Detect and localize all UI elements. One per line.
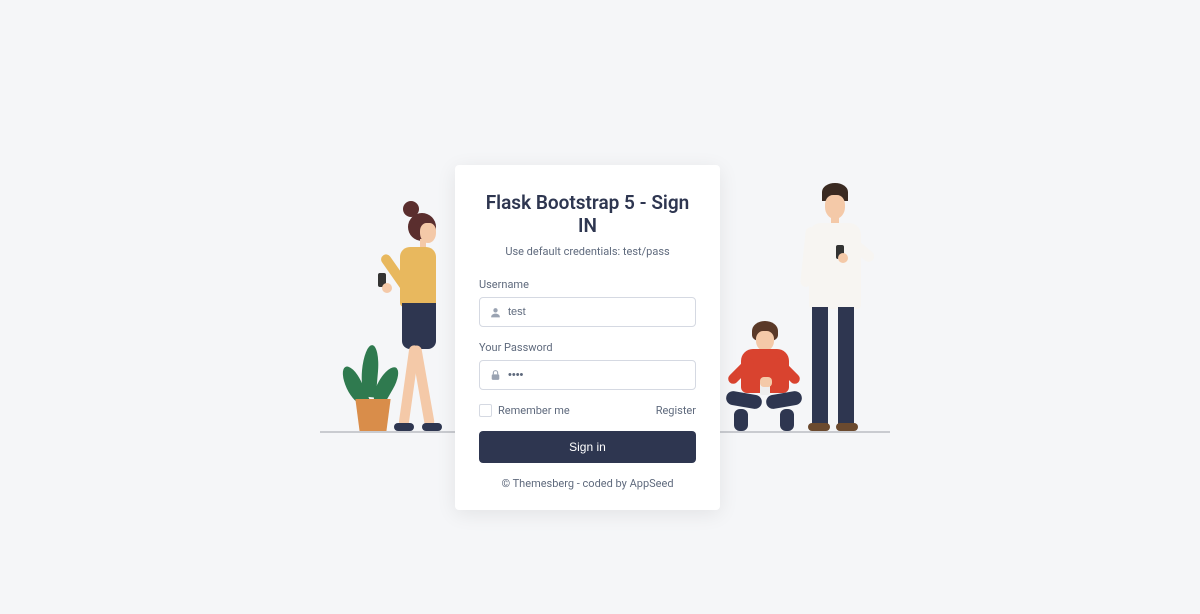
footer-sep: - coded by <box>574 477 630 490</box>
register-link[interactable]: Register <box>656 404 696 417</box>
user-icon <box>488 305 502 319</box>
username-label: Username <box>479 278 696 291</box>
password-wrap <box>479 360 696 390</box>
themesberg-link[interactable]: © Themesberg <box>501 477 574 490</box>
page-title: Flask Bootstrap 5 - Sign IN <box>479 191 696 237</box>
signin-card: Flask Bootstrap 5 - Sign IN Use default … <box>455 165 720 510</box>
plant-illustration <box>352 399 394 431</box>
footer: © Themesberg - coded by AppSeed <box>479 477 696 490</box>
page-subtitle: Use default credentials: test/pass <box>479 245 696 258</box>
password-label: Your Password <box>479 341 696 354</box>
lock-icon <box>488 368 502 382</box>
signin-button[interactable]: Sign in <box>479 431 696 463</box>
username-input[interactable] <box>479 297 696 327</box>
appseed-link[interactable]: AppSeed <box>630 477 674 490</box>
remember-checkbox[interactable] <box>479 404 492 417</box>
remember-wrap: Remember me <box>479 404 570 417</box>
remember-row: Remember me Register <box>479 404 696 417</box>
password-input[interactable] <box>479 360 696 390</box>
username-wrap <box>479 297 696 327</box>
remember-label: Remember me <box>498 404 570 417</box>
